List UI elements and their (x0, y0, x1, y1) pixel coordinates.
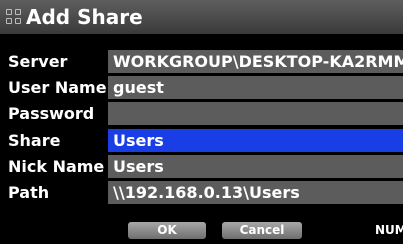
path-label: Path (8, 183, 50, 202)
path-field[interactable]: \\192.168.0.13\Users (108, 181, 403, 204)
nick-name-field[interactable]: Users (108, 155, 403, 178)
nick-name-label: Nick Name (8, 157, 105, 176)
server-label: Server (8, 52, 68, 71)
ok-button[interactable]: OK (128, 222, 206, 239)
server-field[interactable]: WORKGROUP\DESKTOP-KA2RMMS (108, 50, 403, 73)
user-name-field[interactable]: guest (108, 76, 403, 99)
dialog-title: Add Share (26, 5, 143, 29)
password-label: Password (8, 104, 95, 123)
input-mode-indicator: NUM (375, 223, 403, 237)
user-name-label: User Name (8, 78, 107, 97)
grid-icon (6, 9, 21, 24)
cancel-button[interactable]: Cancel (222, 222, 302, 239)
dialog-title-bar: Add Share (0, 0, 403, 34)
password-field[interactable] (108, 102, 403, 125)
share-field[interactable]: Users (108, 129, 403, 152)
share-label: Share (8, 131, 61, 150)
